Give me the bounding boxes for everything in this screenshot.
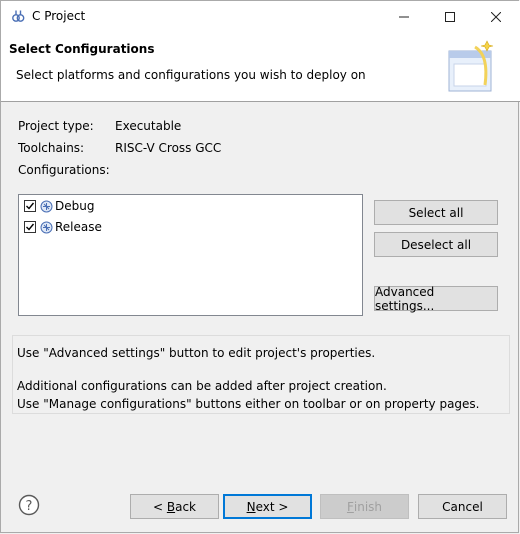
configuration-icon xyxy=(40,200,53,212)
close-button[interactable] xyxy=(473,1,519,32)
configurations-list[interactable]: Debug Release xyxy=(18,194,363,316)
window-title: C Project xyxy=(32,9,86,23)
c-project-wizard-window: C Project Select Configurations Select p… xyxy=(0,0,520,533)
project-type-label: Project type: xyxy=(18,119,94,133)
info-line-2: Additional configurations can be added a… xyxy=(17,379,387,393)
release-label: Release xyxy=(55,220,102,234)
minimize-icon xyxy=(399,16,409,17)
minimize-button[interactable] xyxy=(381,1,427,32)
info-line-3: Use "Manage configurations" buttons eith… xyxy=(17,397,480,411)
release-checkbox[interactable] xyxy=(24,221,36,233)
page-title: Select Configurations xyxy=(9,42,155,56)
cancel-button[interactable]: Cancel xyxy=(418,494,507,519)
finish-mnemonic: F xyxy=(346,499,354,514)
select-all-button[interactable]: Select all xyxy=(374,200,498,225)
configuration-icon xyxy=(40,221,53,233)
advanced-settings-button[interactable]: Advanced settings... xyxy=(374,285,498,313)
next-mnemonic: N xyxy=(246,499,256,514)
deselect-all-button[interactable]: Deselect all xyxy=(374,232,498,257)
back-button[interactable]: < Back xyxy=(130,494,219,519)
title-bar[interactable]: C Project xyxy=(1,1,520,32)
toolchains-label: Toolchains: xyxy=(18,141,85,155)
finish-label-rest: inish xyxy=(353,499,383,514)
project-type-value: Executable xyxy=(115,119,182,133)
c-project-icon xyxy=(12,10,25,22)
next-label-rest: ext > xyxy=(255,499,289,514)
finish-button[interactable]: Finish xyxy=(320,494,409,519)
list-item[interactable]: Debug xyxy=(24,197,94,215)
wizard-header: Select Configurations Select platforms a… xyxy=(1,32,520,102)
wizard-banner-icon xyxy=(448,40,494,92)
info-line-1: Use "Advanced settings" button to edit p… xyxy=(17,346,376,360)
page-description: Select platforms and configurations you … xyxy=(16,68,366,82)
configurations-label: Configurations: xyxy=(18,163,110,177)
checkmark-icon xyxy=(26,223,35,231)
svg-text:?: ? xyxy=(26,499,33,514)
back-prefix: < xyxy=(152,499,167,514)
info-panel: Use "Advanced settings" button to edit p… xyxy=(12,335,510,414)
close-icon xyxy=(491,11,501,22)
maximize-button[interactable] xyxy=(427,1,473,32)
debug-checkbox[interactable] xyxy=(24,200,36,212)
list-item[interactable]: Release xyxy=(24,218,102,236)
back-label-rest: ack xyxy=(175,499,196,514)
debug-label: Debug xyxy=(55,199,95,213)
maximize-icon xyxy=(445,11,455,22)
toolchains-value: RISC-V Cross GCC xyxy=(115,141,222,155)
back-mnemonic: B xyxy=(166,499,176,514)
next-button[interactable]: Next > xyxy=(223,494,312,519)
checkmark-icon xyxy=(26,202,35,210)
help-icon[interactable]: ? xyxy=(18,494,40,516)
